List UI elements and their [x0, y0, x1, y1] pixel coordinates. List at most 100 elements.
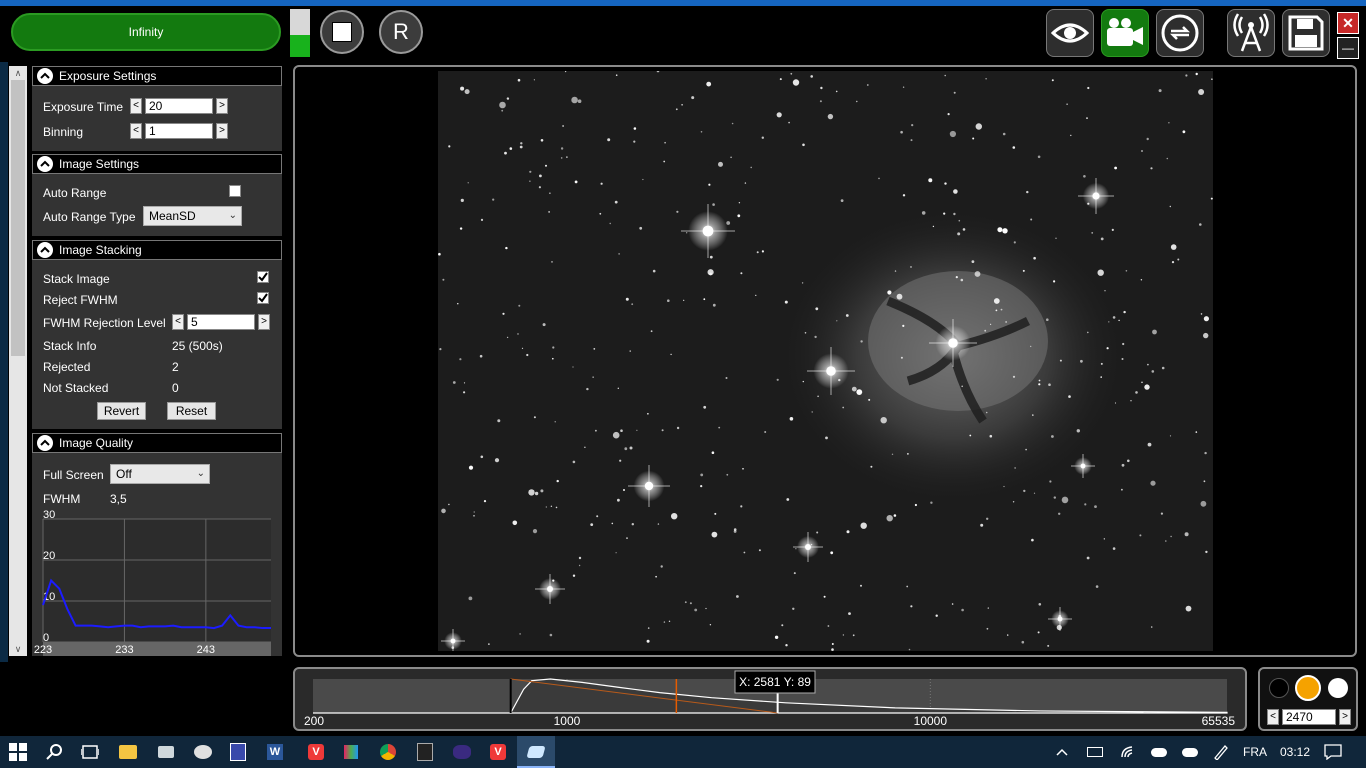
- star: [460, 86, 465, 91]
- increment-button[interactable]: >: [258, 314, 270, 330]
- star: [681, 104, 683, 106]
- white-swatch[interactable]: [1328, 678, 1348, 698]
- stop-button[interactable]: [320, 10, 364, 54]
- scroll-down-icon[interactable]: ∨: [9, 642, 27, 656]
- search-icon[interactable]: [45, 742, 65, 762]
- star: [571, 96, 578, 104]
- cloud-upload-icon[interactable]: [1180, 742, 1200, 762]
- star: [555, 506, 558, 509]
- loop-button[interactable]: [1156, 9, 1204, 57]
- cloud-icon[interactable]: [1149, 742, 1169, 762]
- reset-stack-button[interactable]: Reset: [167, 402, 216, 420]
- increment-button[interactable]: >: [1339, 709, 1351, 725]
- wifi-icon[interactable]: [1118, 742, 1138, 762]
- star: [552, 346, 555, 349]
- fwhm-label: FWHM: [43, 492, 81, 506]
- image-quality-header[interactable]: Image Quality: [32, 433, 282, 453]
- star: [737, 214, 741, 218]
- vivaldi-icon[interactable]: V: [488, 742, 508, 762]
- close-button[interactable]: ✕: [1337, 12, 1359, 34]
- video-capture-button[interactable]: [1101, 9, 1149, 57]
- star: [1068, 395, 1071, 398]
- broadcast-button[interactable]: [1227, 9, 1275, 57]
- exposure-settings-header[interactable]: Exposure Settings: [32, 66, 282, 86]
- histogram-panel[interactable]: X: 2581 Y: 89 200 1000 10000 65535: [293, 667, 1247, 731]
- collapse-icon[interactable]: [37, 156, 53, 172]
- star: [810, 75, 813, 78]
- vivaldi-icon[interactable]: V: [306, 742, 326, 762]
- chevron-up-icon[interactable]: [1052, 742, 1072, 762]
- task-view-icon[interactable]: [80, 742, 100, 762]
- language-indicator[interactable]: FRA: [1243, 745, 1267, 759]
- exposure-time-field[interactable]: 20: [145, 98, 213, 114]
- word-icon[interactable]: W: [265, 742, 285, 762]
- stack-image-checkbox[interactable]: [257, 271, 269, 283]
- star: [776, 112, 782, 118]
- decrement-button[interactable]: <: [130, 98, 142, 114]
- histogram-chart[interactable]: X: 2581 Y: 89 200 1000 10000 65535: [295, 669, 1245, 729]
- view-button[interactable]: [1046, 9, 1094, 57]
- app-icon[interactable]: [341, 742, 361, 762]
- histogram-tick-label: 65535: [1202, 714, 1236, 728]
- rejection-level-field[interactable]: 5: [187, 314, 255, 330]
- star: [902, 194, 906, 197]
- increment-button[interactable]: >: [216, 98, 228, 114]
- app-icon[interactable]: [193, 742, 213, 762]
- capture-infinity-button[interactable]: Infinity: [11, 13, 281, 51]
- scrollbar-thumb[interactable]: [11, 80, 25, 356]
- image-stacking-header[interactable]: Image Stacking: [32, 240, 282, 260]
- full-screen-select[interactable]: Off ⌄: [110, 464, 210, 484]
- exposure-settings-panel: Exposure Settings Exposure Time < 20 > B…: [32, 66, 282, 151]
- x-tick-label: 233: [115, 644, 133, 656]
- clock[interactable]: 03:12: [1280, 745, 1310, 759]
- revert-button[interactable]: Revert: [97, 402, 146, 420]
- pen-icon[interactable]: [1211, 742, 1231, 762]
- settings-scrollbar[interactable]: ∧ ∨: [9, 66, 27, 656]
- orange-swatch[interactable]: [1295, 675, 1321, 701]
- star: [802, 380, 804, 383]
- auto-range-checkbox[interactable]: [229, 185, 241, 197]
- star: [755, 294, 757, 296]
- minimize-button[interactable]: —: [1337, 37, 1359, 59]
- chrome-icon[interactable]: [378, 742, 398, 762]
- star: [878, 177, 880, 180]
- app-icon[interactable]: [228, 742, 248, 762]
- reject-fwhm-checkbox[interactable]: [257, 292, 269, 304]
- star: [1112, 316, 1116, 319]
- start-icon[interactable]: [8, 742, 28, 762]
- star: [661, 429, 664, 432]
- star: [676, 426, 680, 430]
- stretch-value-field[interactable]: 2470: [1282, 709, 1336, 725]
- decrement-button[interactable]: <: [130, 123, 142, 139]
- image-settings-header[interactable]: Image Settings: [32, 154, 282, 174]
- app-icon[interactable]: [415, 742, 435, 762]
- explorer-icon[interactable]: [118, 742, 138, 762]
- increment-button[interactable]: >: [216, 123, 228, 139]
- binning-field[interactable]: 1: [145, 123, 213, 139]
- notification-icon[interactable]: [1323, 742, 1343, 762]
- scroll-up-icon[interactable]: ∧: [9, 66, 27, 80]
- star: [519, 145, 523, 149]
- active-app-tile[interactable]: [517, 736, 555, 768]
- battery-icon[interactable]: [1085, 742, 1105, 762]
- star: [612, 431, 620, 439]
- reset-button[interactable]: R: [379, 10, 423, 54]
- star: [902, 324, 905, 327]
- star: [479, 354, 483, 358]
- collapse-icon[interactable]: [37, 435, 53, 451]
- decrement-button[interactable]: <: [172, 314, 184, 330]
- star: [517, 78, 521, 82]
- collapse-icon[interactable]: [37, 242, 53, 258]
- decrement-button[interactable]: <: [1267, 709, 1279, 725]
- collapse-icon[interactable]: [37, 68, 53, 84]
- image-view[interactable]: [293, 65, 1357, 657]
- save-button[interactable]: [1282, 9, 1330, 57]
- star: [1002, 132, 1006, 136]
- auto-range-type-select[interactable]: MeanSD ⌄: [143, 206, 242, 226]
- star: [896, 293, 903, 300]
- app-icon[interactable]: [156, 742, 176, 762]
- star: [907, 453, 909, 455]
- app-icon[interactable]: [452, 742, 472, 762]
- bright-star: [805, 544, 811, 550]
- black-swatch[interactable]: [1269, 678, 1289, 698]
